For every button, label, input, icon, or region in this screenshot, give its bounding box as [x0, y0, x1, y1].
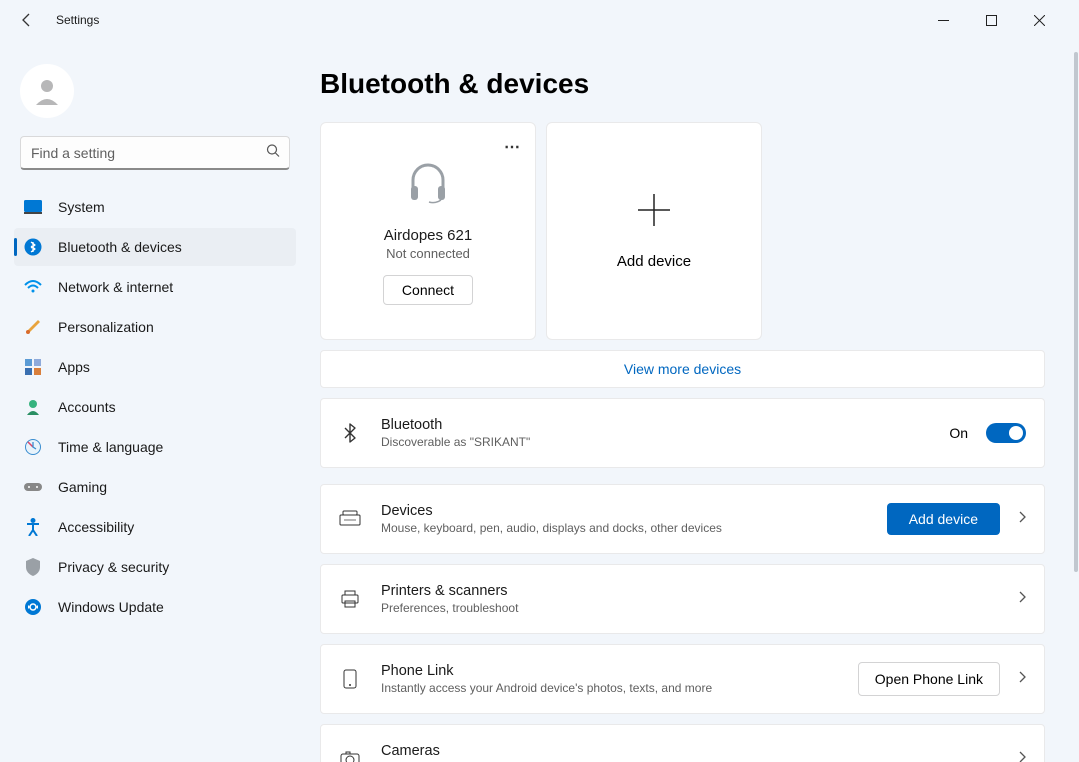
paired-device-card: ⋯ Airdopes 621 Not connected Connect	[320, 122, 536, 340]
nav-personalization[interactable]: Personalization	[14, 308, 296, 346]
titlebar: Settings	[0, 0, 1079, 40]
device-name: Airdopes 621	[384, 227, 472, 244]
page-title: Bluetooth & devices	[320, 68, 1057, 100]
back-button[interactable]	[18, 11, 36, 29]
nav-label: Windows Update	[58, 599, 164, 615]
chevron-right-icon	[1018, 750, 1026, 762]
system-icon	[24, 198, 42, 216]
maximize-button[interactable]	[969, 4, 1013, 36]
phone-icon	[339, 669, 361, 689]
nav-label: Apps	[58, 359, 90, 375]
chevron-right-icon	[1018, 670, 1026, 688]
nav-label: System	[58, 199, 105, 215]
nav-label: Bluetooth & devices	[58, 239, 182, 255]
chevron-right-icon	[1018, 510, 1026, 528]
nav-bluetooth-devices[interactable]: Bluetooth & devices	[14, 228, 296, 266]
user-avatar[interactable]	[20, 64, 74, 118]
device-status: Not connected	[386, 246, 470, 261]
gaming-icon	[24, 478, 42, 496]
clock-icon	[24, 438, 42, 456]
nav-accounts[interactable]: Accounts	[14, 388, 296, 426]
search-icon	[266, 144, 280, 163]
phone-link-row[interactable]: Phone Link Instantly access your Android…	[320, 644, 1045, 714]
devices-icon	[339, 510, 361, 528]
search-input[interactable]	[20, 136, 290, 170]
row-subtitle: Instantly access your Android device's p…	[381, 681, 838, 695]
accessibility-icon	[24, 518, 42, 536]
row-title: Devices	[381, 503, 867, 519]
brush-icon	[24, 318, 42, 336]
window-title: Settings	[56, 13, 99, 27]
camera-icon	[339, 751, 361, 762]
nav-time-language[interactable]: Time & language	[14, 428, 296, 466]
add-device-label: Add device	[617, 253, 691, 270]
bluetooth-toggle[interactable]	[986, 423, 1026, 443]
plus-icon	[636, 192, 672, 233]
nav-gaming[interactable]: Gaming	[14, 468, 296, 506]
minimize-button[interactable]	[921, 4, 965, 36]
nav-network-internet[interactable]: Network & internet	[14, 268, 296, 306]
row-title: Cameras	[381, 743, 998, 759]
wifi-icon	[24, 278, 42, 296]
nav-accessibility[interactable]: Accessibility	[14, 508, 296, 546]
nav-privacy-security[interactable]: Privacy & security	[14, 548, 296, 586]
connect-button[interactable]: Connect	[383, 275, 473, 305]
row-title: Bluetooth	[381, 417, 929, 433]
view-more-devices-link[interactable]: View more devices	[320, 350, 1045, 388]
close-button[interactable]	[1017, 4, 1061, 36]
nav-label: Accessibility	[58, 519, 134, 535]
chevron-right-icon	[1018, 590, 1026, 608]
add-device-card[interactable]: Add device	[546, 122, 762, 340]
bluetooth-toggle-row: Bluetooth Discoverable as "SRIKANT" On	[320, 398, 1045, 468]
sidebar: System Bluetooth & devices Network & int…	[0, 40, 310, 762]
toggle-state-label: On	[949, 425, 968, 441]
device-more-button[interactable]: ⋯	[504, 137, 521, 157]
scrollbar-thumb[interactable]	[1074, 52, 1078, 572]
printer-icon	[339, 590, 361, 608]
nav-apps[interactable]: Apps	[14, 348, 296, 386]
bluetooth-row-icon	[339, 423, 361, 443]
nav-windows-update[interactable]: Windows Update	[14, 588, 296, 626]
devices-row[interactable]: Devices Mouse, keyboard, pen, audio, dis…	[320, 484, 1045, 554]
nav-label: Privacy & security	[58, 559, 169, 575]
row-subtitle: Preferences, troubleshoot	[381, 601, 998, 615]
row-subtitle: Discoverable as "SRIKANT"	[381, 435, 929, 449]
nav-system[interactable]: System	[14, 188, 296, 226]
row-subtitle: Mouse, keyboard, pen, audio, displays an…	[381, 521, 867, 535]
update-icon	[24, 598, 42, 616]
nav-label: Gaming	[58, 479, 107, 495]
row-title: Phone Link	[381, 663, 838, 679]
nav-label: Time & language	[58, 439, 163, 455]
nav-label: Personalization	[58, 319, 154, 335]
accounts-icon	[24, 398, 42, 416]
apps-icon	[24, 358, 42, 376]
cameras-row[interactable]: Cameras Connected cameras, default image…	[320, 724, 1045, 762]
printers-scanners-row[interactable]: Printers & scanners Preferences, trouble…	[320, 564, 1045, 634]
nav-label: Accounts	[58, 399, 116, 415]
search-box[interactable]	[20, 136, 290, 170]
bluetooth-icon	[24, 238, 42, 256]
open-phone-link-button[interactable]: Open Phone Link	[858, 662, 1000, 696]
main-content: Bluetooth & devices ⋯ Airdopes 621 Not c…	[310, 40, 1079, 762]
add-device-button[interactable]: Add device	[887, 503, 1000, 535]
shield-icon	[24, 558, 42, 576]
headphones-icon	[405, 158, 451, 209]
row-title: Printers & scanners	[381, 583, 998, 599]
nav-label: Network & internet	[58, 279, 173, 295]
scrollbar[interactable]	[1072, 40, 1079, 762]
